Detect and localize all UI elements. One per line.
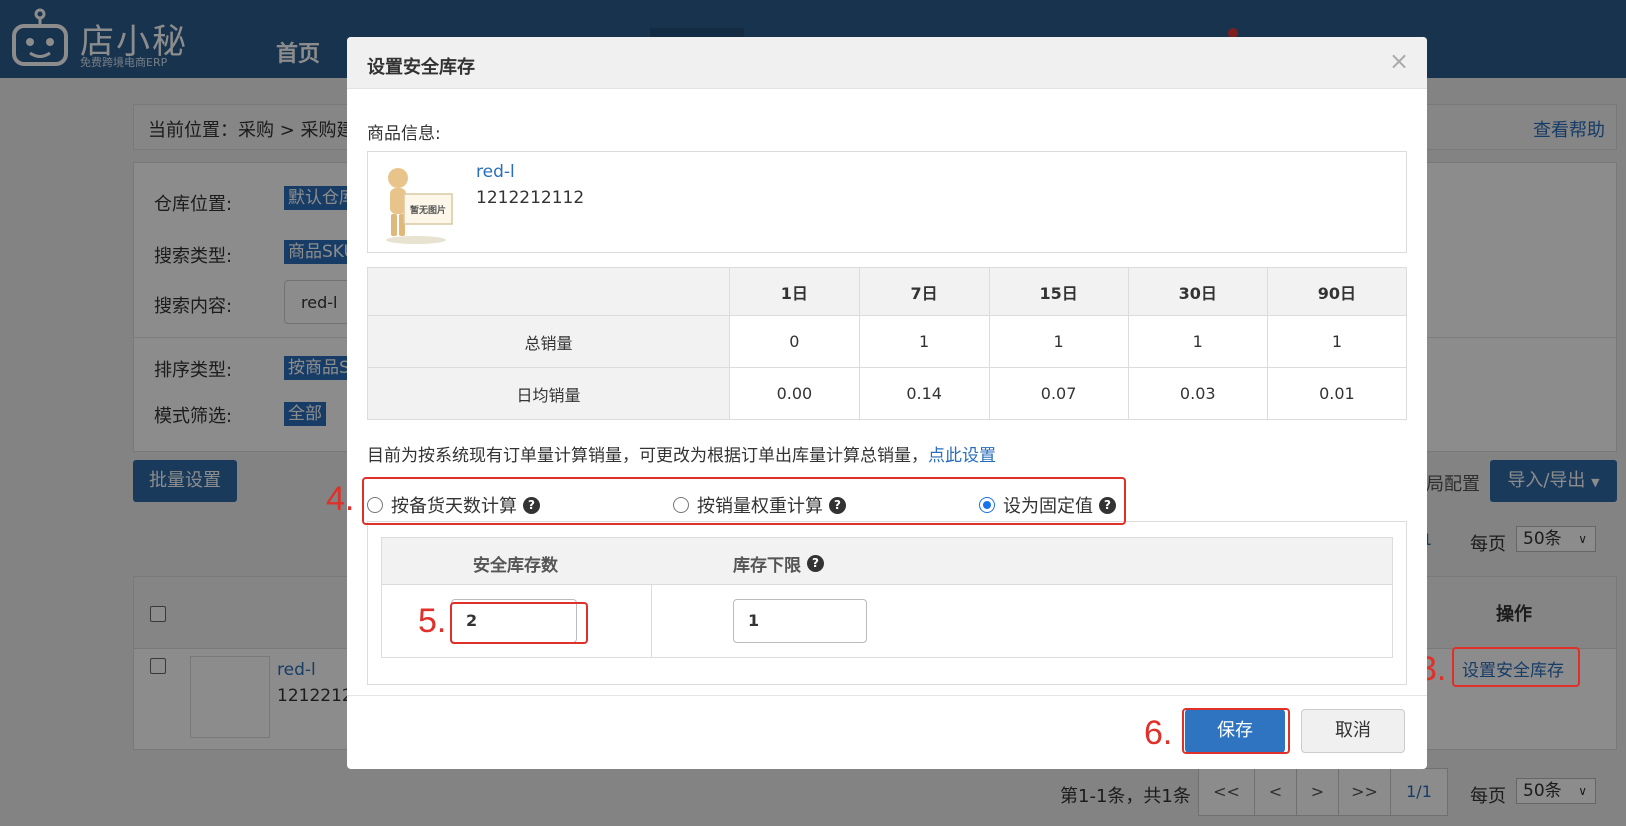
annotation-box-4	[362, 477, 1126, 525]
cancel-button[interactable]: 取消	[1301, 709, 1405, 753]
stock-lower-limit-input[interactable]: 1	[733, 599, 867, 643]
dialog-header: 设置安全库存 ×	[347, 37, 1427, 89]
row-label-total-sales: 总销量	[367, 315, 730, 368]
table-row: 日均销量 0.00 0.14 0.07 0.03 0.01	[367, 367, 1408, 420]
safety-stock-dialog: 设置安全库存 × 商品信息: 暂无图片 red-l 1212212112 1日 …	[347, 37, 1427, 769]
table-cell: 0.01	[1266, 367, 1408, 420]
product-info-box: 暂无图片 red-l 1212212112	[367, 151, 1407, 253]
sales-table-corner	[367, 267, 730, 316]
period-header: 90日	[1266, 267, 1408, 316]
stock-lower-limit-label: 库存下限	[733, 556, 801, 576]
question-circle-icon[interactable]: ?	[807, 555, 824, 572]
annotation-number-6: 6.	[1144, 714, 1173, 752]
period-header: 1日	[729, 267, 860, 316]
table-cell: 0.14	[858, 367, 990, 420]
notice-settings-link[interactable]: 点此设置	[928, 446, 996, 466]
annotation-box-5	[450, 602, 588, 644]
table-cell: 0.00	[729, 367, 860, 420]
period-header: 7日	[858, 267, 990, 316]
sales-table-header-row: 1日 7日 15日 30日 90日	[367, 267, 1408, 316]
table-cell: 1	[1266, 315, 1408, 368]
table-cell: 0.03	[1127, 367, 1268, 420]
annotation-box-6	[1182, 708, 1290, 754]
table-cell: 1	[858, 315, 990, 368]
product-info-label: 商品信息:	[367, 124, 441, 144]
period-header: 30日	[1127, 267, 1268, 316]
safety-stock-header: 安全库存数	[473, 556, 558, 576]
annotation-box-3	[1452, 647, 1580, 687]
close-icon[interactable]: ×	[1389, 47, 1409, 75]
dialog-footer-divider	[347, 695, 1427, 696]
no-image-placeholder-icon: 暂无图片	[386, 168, 453, 244]
row-label-daily-sales: 日均销量	[367, 367, 730, 420]
table-cell: 0	[729, 315, 860, 368]
table-cell: 1	[1127, 315, 1268, 368]
product-sku-link[interactable]: red-l	[476, 162, 515, 182]
no-image-text: 暂无图片	[410, 204, 446, 216]
annotation-number-5: 5.	[418, 602, 447, 640]
table-cell: 0.07	[988, 367, 1129, 420]
product-sku-code: 1212212112	[476, 188, 585, 208]
notice-text: 目前为按系统现有订单量计算销量，可更改为根据订单出库量计算总销量，	[367, 446, 928, 466]
table-row: 总销量 0 1 1 1 1	[367, 315, 1408, 368]
annotation-number-4: 4.	[326, 480, 355, 518]
calculation-notice: 目前为按系统现有订单量计算销量，可更改为根据订单出库量计算总销量，点此设置	[367, 441, 996, 466]
dialog-title: 设置安全库存	[367, 57, 475, 78]
stock-lower-limit-header: 库存下限 ?	[733, 551, 824, 576]
period-header: 15日	[988, 267, 1129, 316]
table-cell: 1	[988, 315, 1129, 368]
column-divider	[651, 585, 652, 658]
sales-stats-table: 1日 7日 15日 30日 90日 总销量 0 1 1 1 1 日均销量 0.0…	[367, 267, 1408, 420]
